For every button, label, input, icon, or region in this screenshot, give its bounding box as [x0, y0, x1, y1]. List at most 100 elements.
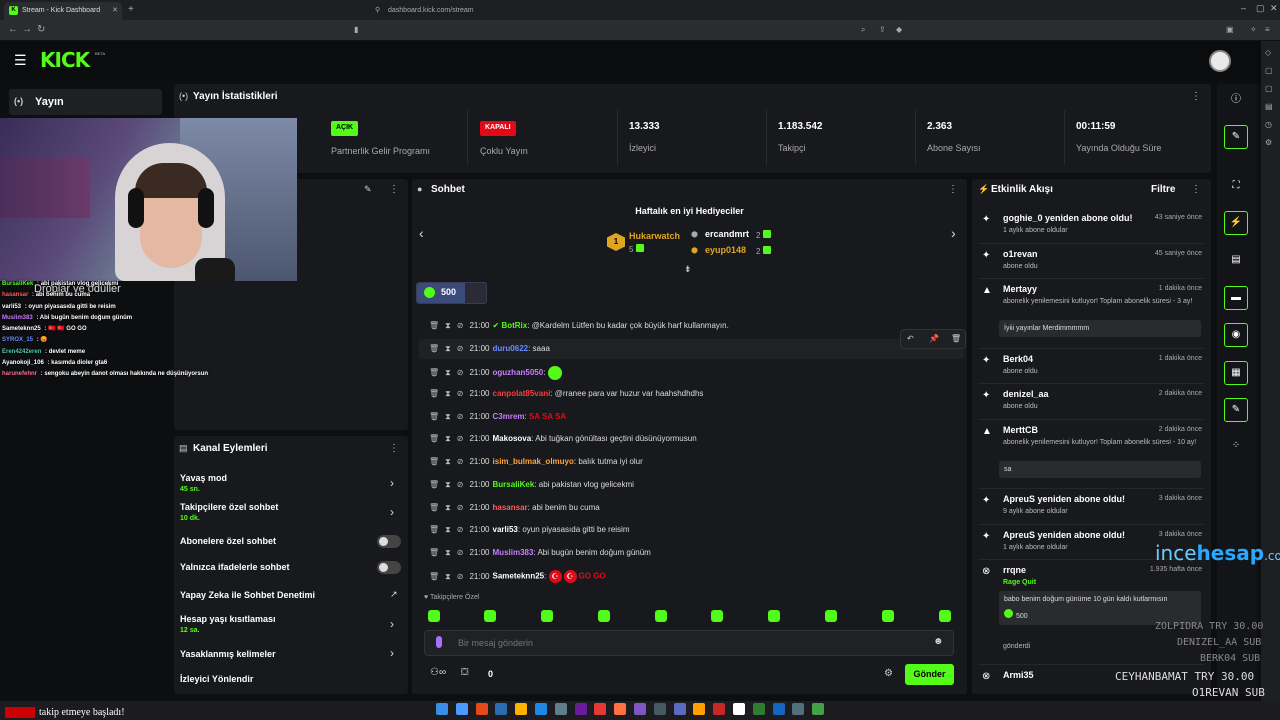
layout-icon[interactable]: ▦ [1224, 361, 1248, 385]
users-icon[interactable]: ⚇∞ [430, 667, 446, 678]
trash-icon[interactable]: 🗑 [429, 525, 439, 534]
kick-logo[interactable]: KICK [40, 48, 90, 72]
feed-event-title[interactable]: Berk04 [1003, 354, 1033, 364]
close-window-icon[interactable]: ✕ [1270, 3, 1278, 14]
message-user[interactable]: C3mrem [493, 412, 525, 421]
apps-icon[interactable]: ⁘ [1224, 435, 1248, 459]
trash-icon[interactable]: 🗑 [429, 548, 439, 557]
url-field[interactable]: ⚲ dashboard.kick.com/stream [368, 3, 908, 18]
message-user[interactable]: duru0622 [493, 344, 529, 353]
ban-icon[interactable]: ⊘ [457, 368, 464, 377]
nav-item-yayin[interactable]: (•) Yayın [9, 89, 162, 115]
trash-icon[interactable]: 🗑 [429, 389, 439, 398]
timeout-icon[interactable]: ⧗ [445, 457, 451, 466]
feed-event-title[interactable]: ApreuS yeniden abone oldu! [1003, 530, 1125, 540]
user-avatar[interactable] [1209, 50, 1231, 72]
sidebar-box-icon[interactable]: ▢ [1265, 84, 1273, 93]
taskbar-app-icon[interactable] [515, 703, 528, 715]
message-user[interactable]: varli53 [493, 525, 518, 534]
broadcast-icon[interactable]: ◉ [1224, 323, 1248, 347]
chevron-right-icon[interactable]: › [390, 505, 394, 519]
chevron-right-icon[interactable]: › [390, 476, 394, 490]
minimize-icon[interactable]: – [1241, 3, 1246, 13]
taskbar-app-icon[interactable] [574, 703, 587, 715]
ai-moderation-label[interactable]: Yapay Zeka ile Sohbet Denetimi [180, 590, 315, 600]
message-user[interactable]: oguzhan5050 [493, 368, 544, 377]
feed-event-title[interactable]: Armi35 [1003, 670, 1034, 680]
reload-icon[interactable]: ↻ [37, 24, 45, 35]
sidebar-diamond-icon[interactable]: ◇ [1265, 48, 1271, 57]
emoji-icon[interactable]: ☻ [933, 636, 944, 647]
trash-icon[interactable]: 🗑 [429, 434, 439, 443]
message-user[interactable]: Muslim383 [493, 548, 534, 557]
bookmark-icon[interactable]: ▮ [354, 25, 358, 34]
gift-box-icon[interactable]: ⛋ [461, 667, 469, 678]
document-icon[interactable]: ▤ [1224, 249, 1248, 273]
taskbar-app-icon[interactable] [554, 703, 567, 715]
emotes-only-toggle[interactable] [377, 561, 401, 574]
maximize-icon[interactable]: ▢ [1256, 3, 1265, 14]
back-icon[interactable]: ← [8, 24, 18, 35]
taskbar-app-icon[interactable] [673, 703, 686, 715]
feed-event-title[interactable]: Mertayy [1003, 284, 1037, 294]
emote-icon[interactable] [768, 610, 780, 622]
chevron-right-icon[interactable]: › [390, 617, 394, 631]
new-tab-icon[interactable]: + [128, 4, 134, 15]
gear-icon[interactable]: ⚙ [884, 668, 893, 679]
emote-icon[interactable] [825, 610, 837, 622]
taskbar-app-icon[interactable] [772, 703, 785, 715]
viewer-redirect-label[interactable]: İzleyici Yönlendir [180, 674, 253, 684]
expand-icon[interactable]: ⛶ [1224, 175, 1248, 199]
taskbar-app-icon[interactable] [594, 703, 607, 715]
taskbar-app-icon[interactable] [475, 703, 488, 715]
taskbar-app-icon[interactable] [455, 703, 468, 715]
timeout-icon[interactable]: ⧗ [445, 412, 451, 421]
ban-icon[interactable]: ⊘ [457, 525, 464, 534]
taskbar-app-icon[interactable] [792, 703, 805, 715]
browser-tab[interactable]: K Stream - Kick Dashboard ✕ [4, 2, 122, 20]
message-user[interactable]: hasansar [493, 503, 528, 512]
taskbar-app-icon[interactable] [535, 703, 547, 715]
emote-icon[interactable] [484, 610, 496, 622]
ban-icon[interactable]: ⊘ [457, 434, 464, 443]
zoom-icon[interactable]: ⌕ [861, 25, 865, 35]
screenshot-icon[interactable]: ▣ [1226, 25, 1234, 34]
timeout-icon[interactable]: ⧗ [445, 525, 451, 534]
sidebar-note-icon[interactable]: ▤ [1265, 102, 1273, 111]
feed-event-title[interactable]: denizel_aa [1003, 389, 1049, 399]
timeout-icon[interactable]: ⧗ [445, 503, 451, 512]
emote-icon[interactable] [541, 610, 553, 622]
trash-icon[interactable]: 🗑 [429, 503, 439, 512]
timeout-icon[interactable]: ⧗ [445, 368, 451, 377]
emote-icon[interactable] [598, 610, 610, 622]
taskbar-app-icon[interactable] [436, 703, 448, 715]
timeout-icon[interactable]: ⧗ [445, 572, 451, 581]
message-user[interactable]: Makosova [493, 434, 532, 443]
send-button[interactable]: Gönder [905, 664, 954, 685]
microphone-icon[interactable] [436, 636, 442, 648]
emote-icon[interactable] [655, 610, 667, 622]
timeout-icon[interactable]: ⧗ [445, 389, 451, 398]
ban-icon[interactable]: ⊘ [457, 321, 464, 330]
account-age-label[interactable]: Hesap yaşı kısıtlaması [180, 614, 276, 624]
trash-icon[interactable]: 🗑 [429, 412, 439, 421]
ban-icon[interactable]: ⊘ [457, 572, 464, 581]
ban-icon[interactable]: ⊘ [457, 480, 464, 489]
trash-icon[interactable]: 🗑 [429, 480, 439, 489]
lightning-icon[interactable]: ⚡ [1224, 211, 1248, 235]
more-options-icon[interactable]: ⋮ [389, 443, 399, 454]
feed-event-title[interactable]: ApreuS yeniden abone oldu! [1003, 494, 1125, 504]
chevron-right-icon[interactable]: › [951, 225, 956, 241]
edit-pencil-icon[interactable]: ✎ [364, 184, 372, 195]
more-options-icon[interactable]: ⋮ [948, 184, 958, 195]
trash-icon[interactable]: 🗑 [429, 572, 439, 581]
taskbar-app-icon[interactable] [653, 703, 666, 715]
menu-icon[interactable]: ≡ [1265, 25, 1270, 34]
emote-icon[interactable] [711, 610, 723, 622]
taskbar-app-icon[interactable] [733, 703, 745, 715]
message-user[interactable]: Sameteknn25 [493, 572, 545, 581]
wrench-icon[interactable]: ✎ [1224, 398, 1248, 422]
filter-button[interactable]: Filtre [1151, 184, 1175, 195]
taskbar-app-icon[interactable] [812, 703, 825, 715]
ban-icon[interactable]: ⊘ [457, 389, 464, 398]
